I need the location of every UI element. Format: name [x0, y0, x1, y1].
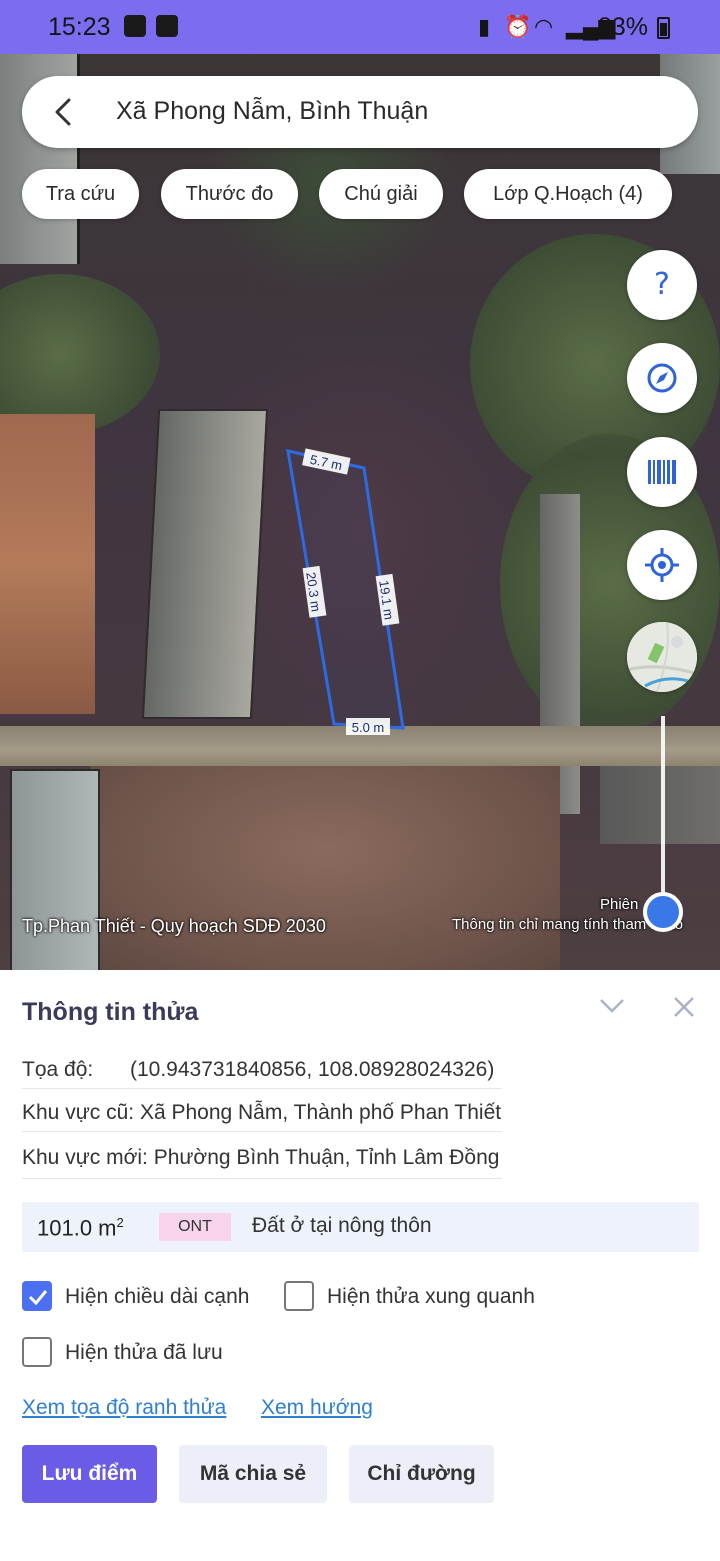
chip-legend[interactable]: Chú giải: [319, 169, 443, 219]
nfc-icon: ▮: [478, 14, 491, 39]
panel-title: Thông tin thửa: [22, 998, 199, 1026]
view-boundary-coords-link[interactable]: Xem tọa độ ranh thửa: [22, 1396, 226, 1420]
alarm-icon: ⏰: [504, 14, 532, 39]
directions-button[interactable]: Chỉ đường: [349, 1445, 494, 1503]
divider: [22, 1131, 502, 1132]
divider: [22, 1178, 502, 1179]
chip-planning-layers[interactable]: Lớp Q.Hoạch (4): [464, 169, 672, 219]
view-direction-link[interactable]: Xem hướng: [261, 1396, 373, 1420]
edge-label-bottom: 5.0 m: [352, 720, 385, 735]
coordinate-row: Tọa độ: (10.943731840856, 108.0892802432…: [22, 1058, 494, 1082]
back-arrow-icon[interactable]: [46, 94, 82, 130]
old-area-row: Khu vực cũ: Xã Phong Nẫm, Thành phố Phan…: [22, 1101, 502, 1124]
area-unit-exponent: 2: [116, 1215, 124, 1230]
help-icon: ?: [654, 267, 670, 302]
gallery-icon: [124, 15, 146, 37]
share-code-button[interactable]: Mã chia sẻ: [179, 1445, 327, 1503]
wifi-icon: ◠: [534, 14, 554, 39]
show-saved-parcels-checkbox[interactable]: [22, 1337, 52, 1367]
coordinate-label: Tọa độ:: [22, 1058, 94, 1081]
coordinate-value: (10.943731840856, 108.08928024326): [130, 1058, 495, 1081]
help-button[interactable]: ?: [627, 250, 697, 320]
land-use-summary: 101.0 m2 ONT Đất ở tại nông thôn: [22, 1202, 699, 1252]
land-code-badge: ONT: [159, 1213, 231, 1241]
opacity-slider-track[interactable]: [661, 716, 665, 908]
barcode-button[interactable]: [627, 437, 697, 507]
minimap-icon: [627, 622, 697, 692]
crosshair-icon: [645, 548, 679, 582]
version-label: Phiên: [600, 896, 639, 913]
barcode-icon: [648, 460, 676, 484]
status-bar: 15:23 ▮ ⏰ ◠ ▂▄▆ 83%: [0, 0, 720, 54]
new-area-row: Khu vực mới: Phường Bình Thuận, Tỉnh Lâm…: [22, 1146, 500, 1169]
checkmark-icon: [28, 1290, 48, 1306]
show-edge-lengths-checkbox[interactable]: [22, 1281, 52, 1311]
battery-percent: 83%: [598, 13, 649, 41]
status-time: 15:23: [48, 13, 111, 41]
location-title: Xã Phong Nẫm, Bình Thuận: [116, 97, 429, 125]
area-value: 101.0 m: [37, 1215, 117, 1241]
show-edge-lengths-label[interactable]: Hiện chiều dài cạnh: [65, 1285, 249, 1309]
opacity-slider-handle[interactable]: [643, 892, 683, 932]
chip-measure[interactable]: Thước đo: [161, 169, 298, 219]
basemap-toggle-thumbnail[interactable]: [627, 622, 697, 692]
parcel-area: 101.0 m2: [37, 1215, 124, 1241]
show-neighbor-parcels-checkbox[interactable]: [284, 1281, 314, 1311]
planning-layer-caption: Tp.Phan Thiết - Quy hoạch SDĐ 2030: [22, 916, 326, 936]
battery-icon: [657, 17, 670, 39]
location-search-bar[interactable]: Xã Phong Nẫm, Bình Thuận: [22, 76, 698, 148]
land-use-type: Đất ở tại nông thôn: [252, 1214, 432, 1237]
show-neighbor-parcels-label[interactable]: Hiện thửa xung quanh: [327, 1285, 535, 1309]
divider: [22, 1088, 502, 1089]
save-point-button[interactable]: Lưu điểm: [22, 1445, 157, 1503]
close-icon[interactable]: [670, 993, 698, 1021]
show-saved-parcels-label[interactable]: Hiện thửa đã lưu: [65, 1341, 223, 1365]
compass-button[interactable]: [627, 343, 697, 413]
my-location-button[interactable]: [627, 530, 697, 600]
chip-lookup[interactable]: Tra cứu: [22, 169, 139, 219]
compass-icon: [647, 363, 677, 393]
check-icon: [156, 15, 178, 37]
chevron-down-icon[interactable]: [598, 995, 626, 1017]
